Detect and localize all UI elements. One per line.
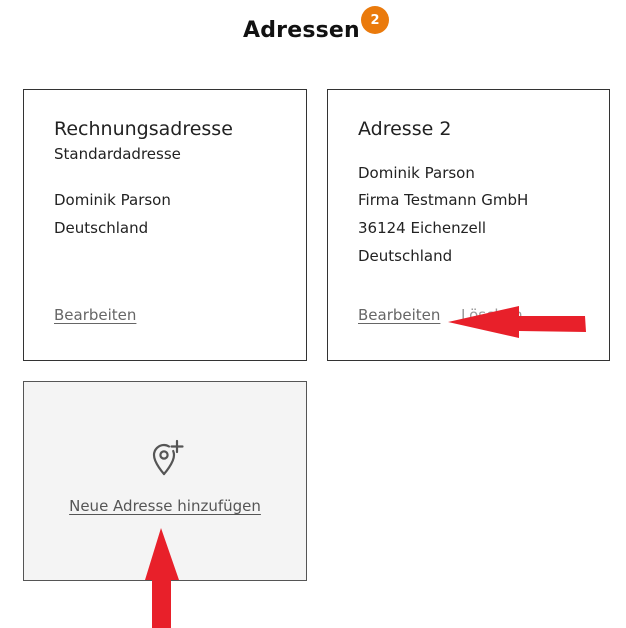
address-line-name: Dominik Parson: [54, 191, 171, 209]
address-line-country: Deutschland: [54, 219, 149, 237]
address-line-country: Deutschland: [358, 247, 453, 265]
add-address-card[interactable]: Neue Adresse hinzufügen: [23, 381, 307, 581]
default-address-label: Standardadresse: [54, 145, 181, 163]
map-pin-plus-icon: [152, 439, 184, 476]
delete-link[interactable]: Löschen: [461, 306, 523, 324]
address-card-2: Adresse 2 Dominik Parson Firma Testmann …: [327, 89, 610, 361]
address-line-city: 36124 Eichenzell: [358, 219, 487, 237]
page-title: Adressen: [243, 18, 360, 43]
address-line-name: Dominik Parson: [358, 164, 475, 182]
address-card-billing: Rechnungsadresse Standardadresse Dominik…: [23, 89, 307, 361]
card-title: Adresse 2: [358, 118, 452, 140]
page-header: Adressen 2: [0, 6, 626, 48]
edit-link[interactable]: Bearbeiten: [358, 306, 440, 324]
add-address-link[interactable]: Neue Adresse hinzufügen: [69, 497, 261, 515]
add-address-link-wrap: Neue Adresse hinzufügen: [24, 497, 306, 516]
edit-link[interactable]: Bearbeiten: [54, 306, 136, 324]
count-badge: 2: [361, 6, 389, 34]
address-line-company: Firma Testmann GmbH: [358, 191, 529, 209]
card-title: Rechnungsadresse: [54, 118, 233, 140]
